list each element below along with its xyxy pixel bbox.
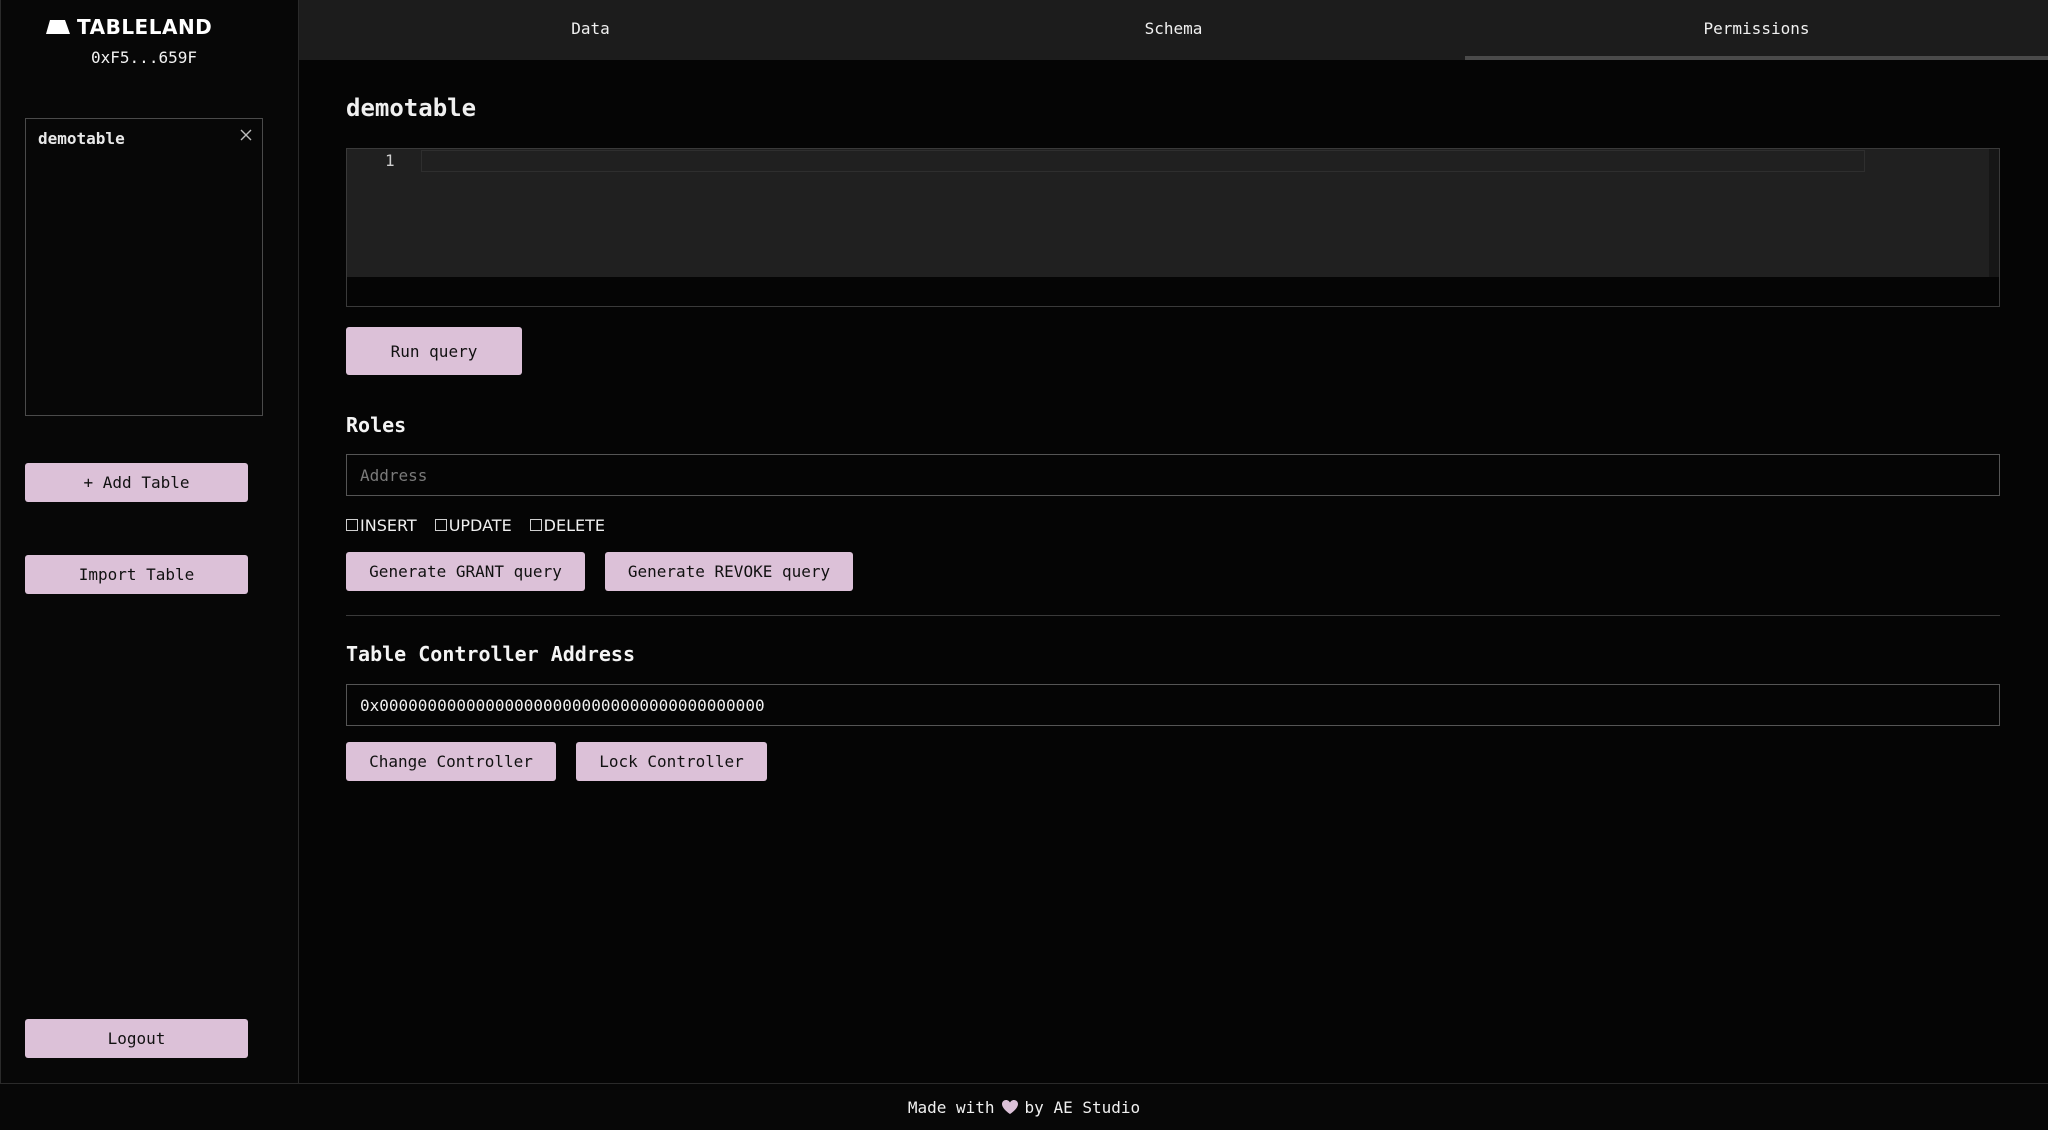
generate-revoke-button[interactable]: Generate REVOKE query: [605, 552, 853, 591]
update-checkbox[interactable]: UPDATE: [434, 514, 512, 536]
wallet-address: 0xF5...659F: [91, 48, 197, 67]
insert-checkbox[interactable]: INSERT: [346, 514, 417, 536]
run-query-button[interactable]: Run query: [346, 327, 522, 375]
brand-logo[interactable]: TABLELAND: [45, 14, 245, 40]
footer-suffix: by AE Studio: [1024, 1097, 1141, 1117]
table-list: demotable: [25, 118, 263, 416]
checkbox-label: INSERT: [360, 515, 417, 535]
tab-bar: Data Schema Permissions: [299, 0, 2048, 60]
tableland-logo-icon: [46, 20, 70, 34]
import-table-button[interactable]: Import Table: [25, 555, 248, 594]
controller-heading: Table Controller Address: [346, 642, 635, 666]
section-divider: [346, 615, 2000, 616]
main-panel: demotable 1 Run query Roles INSERT UPDAT…: [299, 60, 2048, 1083]
add-table-button[interactable]: + Add Table: [25, 463, 248, 502]
tab-schema[interactable]: Schema: [882, 0, 1465, 60]
checkbox-label: UPDATE: [448, 515, 512, 535]
table-list-item[interactable]: demotable: [38, 129, 248, 151]
tab-data[interactable]: Data: [299, 0, 882, 60]
controller-address-input[interactable]: [346, 684, 2000, 726]
permission-checkboxes: INSERT UPDATE DELETE: [346, 514, 605, 536]
logout-button[interactable]: Logout: [25, 1019, 248, 1058]
query-editor[interactable]: 1: [346, 148, 2000, 307]
delete-checkbox[interactable]: DELETE: [529, 514, 606, 536]
editor-active-line[interactable]: [421, 150, 1865, 172]
lock-controller-button[interactable]: Lock Controller: [576, 742, 767, 781]
close-icon[interactable]: [238, 127, 254, 143]
sidebar: TABLELAND 0xF5...659F demotable + Add Ta…: [0, 0, 299, 1083]
editor-line-number: 1: [385, 151, 395, 170]
app-root: TABLELAND 0xF5...659F demotable + Add Ta…: [0, 0, 2048, 1130]
checkbox-box[interactable]: [434, 519, 447, 531]
brand-name: TABLELAND: [77, 15, 213, 39]
generate-grant-button[interactable]: Generate GRANT query: [346, 552, 585, 591]
editor-scrollbar[interactable]: [1989, 149, 1999, 277]
page-title: demotable: [346, 94, 477, 122]
change-controller-button[interactable]: Change Controller: [346, 742, 556, 781]
footer-prefix: Made with: [907, 1097, 995, 1117]
checkbox-box[interactable]: [529, 519, 542, 531]
heart-icon: [1001, 1100, 1018, 1114]
checkbox-box[interactable]: [346, 519, 358, 531]
footer: Made with by AE Studio: [0, 1083, 2048, 1130]
tab-permissions[interactable]: Permissions: [1465, 0, 2048, 60]
roles-heading: Roles: [346, 413, 407, 437]
role-address-input[interactable]: [346, 454, 2000, 496]
checkbox-label: DELETE: [543, 515, 606, 535]
editor-text-area[interactable]: 1: [347, 149, 1989, 277]
